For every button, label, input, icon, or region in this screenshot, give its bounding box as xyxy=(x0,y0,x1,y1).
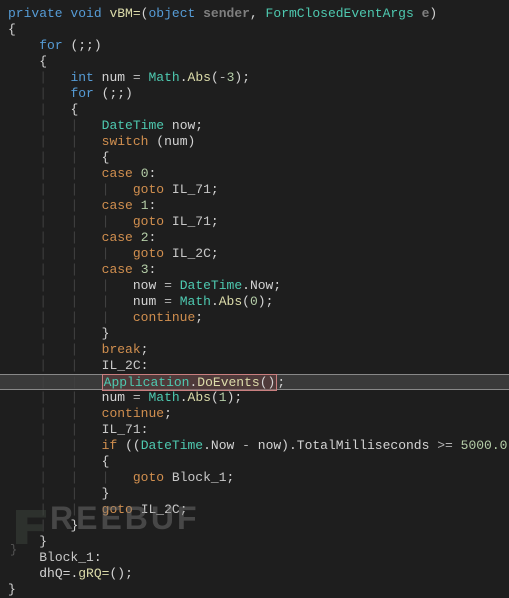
code-line[interactable]: | | { xyxy=(8,150,509,166)
code-line[interactable]: } xyxy=(8,534,509,550)
code-line[interactable]: | for (;;) xyxy=(8,86,509,102)
code-line[interactable]: | | { xyxy=(8,454,509,470)
code-line[interactable]: | | case 1: xyxy=(8,198,509,214)
code-line[interactable]: { xyxy=(8,54,509,70)
code-line[interactable]: private void vBM=(object sender, FormClo… xyxy=(8,6,509,22)
code-line[interactable]: | | IL_71: xyxy=(8,422,509,438)
code-line[interactable]: | | | now = DateTime.Now; xyxy=(8,278,509,294)
code-line[interactable]: | { xyxy=(8,102,509,118)
code-line[interactable]: | | Application.DoEvents(); xyxy=(0,374,509,390)
code-line[interactable]: | | IL_2C: xyxy=(8,358,509,374)
code-line[interactable]: | | case 3: xyxy=(8,262,509,278)
code-editor[interactable]: private void vBM=(object sender, FormClo… xyxy=(0,0,509,598)
code-line[interactable]: | | goto IL_2C; xyxy=(8,502,509,518)
code-line[interactable]: | | } xyxy=(8,326,509,342)
selection-box: Application.DoEvents() xyxy=(102,374,278,391)
code-line[interactable]: | | switch (num) xyxy=(8,134,509,150)
code-line[interactable]: dhQ=.gRQ=(); xyxy=(8,566,509,582)
code-line[interactable]: | | | goto IL_71; xyxy=(8,182,509,198)
code-line[interactable]: | | case 2: xyxy=(8,230,509,246)
code-line[interactable]: | | | goto IL_2C; xyxy=(8,246,509,262)
code-line[interactable]: Block_1: xyxy=(8,550,509,566)
code-line[interactable]: } xyxy=(8,582,509,598)
code-line[interactable]: | | | continue; xyxy=(8,310,509,326)
code-line[interactable]: | | | goto IL_71; xyxy=(8,214,509,230)
code-line[interactable]: | | | num = Math.Abs(0); xyxy=(8,294,509,310)
code-line[interactable]: { xyxy=(8,22,509,38)
code-line[interactable]: | | num = Math.Abs(1); xyxy=(8,390,509,406)
code-line[interactable]: | | | goto Block_1; xyxy=(8,470,509,486)
code-line[interactable]: | } xyxy=(8,518,509,534)
code-line[interactable]: | | if ((DateTime.Now - now).TotalMillis… xyxy=(8,438,509,454)
code-line[interactable]: | | } xyxy=(8,486,509,502)
code-line[interactable]: | | case 0: xyxy=(8,166,509,182)
code-line[interactable]: | | DateTime now; xyxy=(8,118,509,134)
footer-brace: } xyxy=(10,542,17,558)
code-line[interactable]: for (;;) xyxy=(8,38,509,54)
code-line[interactable]: | | continue; xyxy=(8,406,509,422)
code-line[interactable]: | int num = Math.Abs(-3); xyxy=(8,70,509,86)
code-line[interactable]: | | break; xyxy=(8,342,509,358)
